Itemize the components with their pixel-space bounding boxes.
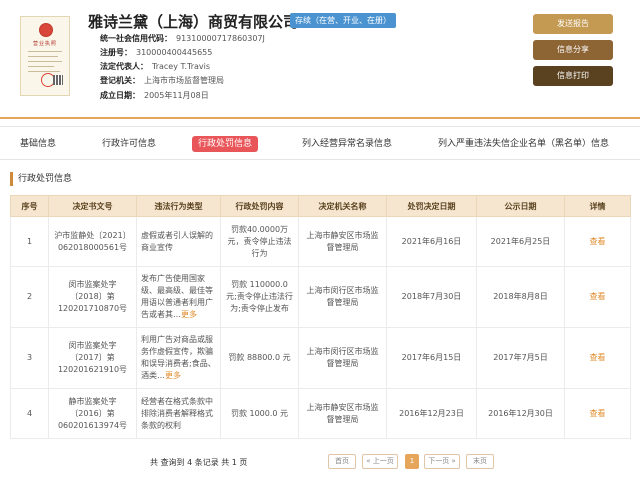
established-value: 2005年11月08日: [144, 91, 209, 100]
view-detail-link[interactable]: 查看: [590, 353, 606, 362]
cell-authority: 上海市闵行区市场监督管理局: [298, 266, 387, 328]
cell-penalty: 罚款 110000.0 元;责令停止违法行为;责令停止发布: [220, 266, 299, 328]
qr-code-icon: [53, 75, 63, 85]
established-label: 成立日期：: [100, 91, 140, 100]
authority-value: 上海市市场监督管理局: [144, 76, 224, 85]
cell-decision-date: 2018年7月30日: [386, 266, 477, 328]
cell-doc-no: 沪市监静处〔2021〕062018000561号: [48, 216, 137, 267]
current-page-button[interactable]: 1: [405, 454, 419, 469]
cell-no: 4: [10, 388, 49, 439]
credit-code-label: 统一社会信用代码：: [100, 34, 172, 43]
col-header-violation: 违法行为类型: [136, 195, 221, 217]
cell-violation: 虚假或者引人误解的商业宣传: [136, 216, 221, 267]
cell-no: 2: [10, 266, 49, 328]
penalty-table: 序号 决定书文号 违法行为类型 行政处罚内容 决定机关名称 处罚决定日期 公示日…: [10, 195, 631, 439]
cell-authority: 上海市闵行区市场监督管理局: [298, 327, 387, 389]
tab-basic-info[interactable]: 基础信息: [16, 136, 60, 152]
cell-decision-date: 2021年6月16日: [386, 216, 477, 267]
col-header-decision-date: 处罚决定日期: [386, 195, 477, 217]
view-detail-link[interactable]: 查看: [590, 409, 606, 418]
authority-label: 登记机关：: [100, 76, 140, 85]
cell-detail: 查看: [564, 327, 631, 389]
credit-code-row: 统一社会信用代码： 91310000717860307J: [100, 33, 265, 45]
cell-decision-date: 2017年6月15日: [386, 327, 477, 389]
violation-text: 虚假或者引人误解的商业宣传: [141, 230, 213, 252]
violation-text: 经营者在格式条款中排除消费者解释格式条款的权利: [141, 396, 213, 430]
cell-violation: 发布广告使用国家级、最高级、最佳等用语以普通者利用广告或者其…更多: [136, 266, 221, 328]
company-header: 营业执照 雅诗兰黛（上海）商贸有限公司 存续（在营、开业、在册） 统一社会信用代…: [0, 0, 640, 118]
cell-publish-date: 2021年6月25日: [476, 216, 565, 267]
table-row: 1 沪市监静处〔2021〕062018000561号 虚假或者引人误解的商业宣传…: [10, 216, 631, 267]
cell-no: 1: [10, 216, 49, 267]
table-row: 3 闵市监案处字〔2017〕第120201621910号 利用广告对商品或服务作…: [10, 327, 631, 389]
legal-rep-row: 法定代表人： Tracey T.Travis: [100, 61, 210, 73]
cell-penalty: 罚款 1000.0 元: [220, 388, 299, 439]
reg-no-row: 注册号： 310000400445655: [100, 47, 212, 59]
cell-authority: 上海市静安区市场监督管理局: [298, 388, 387, 439]
pagination-summary: 共 查询到 4 条记录 共 1 页: [150, 458, 248, 467]
prev-page-button[interactable]: « 上一页: [362, 454, 398, 469]
last-page-button[interactable]: 末页: [466, 454, 494, 469]
cell-no: 3: [10, 327, 49, 389]
tab-bar: 基础信息 行政许可信息 行政处罚信息 列入经营异常名录信息 列入严重违法失信企业…: [0, 126, 640, 160]
violation-text: 发布广告使用国家级、最高级、最佳等用语以普通者利用广告或者其…: [141, 274, 213, 319]
table-row: 2 闵市监案处字〔2018〕第120201710870号 发布广告使用国家级、最…: [10, 266, 631, 328]
legal-rep-value: Tracey T.Travis: [152, 62, 211, 71]
print-info-button[interactable]: 信息打印: [533, 66, 613, 86]
reg-no-value: 310000400445655: [136, 48, 213, 57]
table-row: 4 静市监案处字〔2016〕第060201613974号 经营者在格式条款中排除…: [10, 388, 631, 439]
cell-doc-no: 闵市监案处字〔2018〕第120201710870号: [48, 266, 137, 328]
cell-publish-date: 2017年7月5日: [476, 327, 565, 389]
cell-violation: 利用广告对商品或服务作虚假宣传，欺骗和误导消费者;食品、酒类…更多: [136, 327, 221, 389]
cell-doc-no: 闵市监案处字〔2017〕第120201621910号: [48, 327, 137, 389]
view-detail-link[interactable]: 查看: [590, 292, 606, 301]
tab-admin-penalty[interactable]: 行政处罚信息: [192, 136, 259, 152]
cell-violation: 经营者在格式条款中排除消费者解释格式条款的权利: [136, 388, 221, 439]
col-header-penalty: 行政处罚内容: [220, 195, 299, 217]
col-header-publish-date: 公示日期: [476, 195, 565, 217]
cell-penalty: 罚款 88800.0 元: [220, 327, 299, 389]
next-page-button[interactable]: 下一页 »: [424, 454, 460, 469]
national-emblem-icon: [39, 23, 53, 37]
cell-detail: 查看: [564, 388, 631, 439]
first-page-button[interactable]: 首页: [328, 454, 356, 469]
tab-admin-license[interactable]: 行政许可信息: [98, 136, 160, 152]
share-info-button[interactable]: 信息分享: [533, 40, 613, 60]
cell-authority: 上海市静安区市场监督管理局: [298, 216, 387, 267]
credit-code-value: 91310000717860307J: [176, 34, 265, 43]
status-badge: 存续（在营、开业、在册）: [290, 13, 396, 28]
business-license-thumbnail[interactable]: 营业执照: [20, 16, 70, 96]
cell-decision-date: 2016年12月23日: [386, 388, 477, 439]
tab-blacklist[interactable]: 列入严重违法失信企业名单（黑名单）信息: [434, 136, 613, 152]
col-header-doc-no: 决定书文号: [48, 195, 137, 217]
send-report-button[interactable]: 发送报告: [533, 14, 613, 34]
col-header-no: 序号: [10, 195, 49, 217]
table-header-row: 序号 决定书文号 违法行为类型 行政处罚内容 决定机关名称 处罚决定日期 公示日…: [10, 195, 631, 217]
cell-publish-date: 2016年12月30日: [476, 388, 565, 439]
legal-rep-label: 法定代表人：: [100, 62, 148, 71]
cell-penalty: 罚款40.0000万元，责令停止违法行为: [220, 216, 299, 267]
cell-detail: 查看: [564, 216, 631, 267]
header-divider: [0, 117, 640, 119]
section-title: 行政处罚信息: [10, 172, 72, 186]
established-row: 成立日期： 2005年11月08日: [100, 90, 209, 102]
more-link[interactable]: 更多: [165, 371, 181, 380]
cell-doc-no: 静市监案处字〔2016〕第060201613974号: [48, 388, 137, 439]
license-title: 营业执照: [32, 41, 57, 47]
col-header-authority: 决定机关名称: [298, 195, 387, 217]
cell-detail: 查看: [564, 266, 631, 328]
view-detail-link[interactable]: 查看: [590, 237, 606, 246]
col-header-detail: 详情: [564, 195, 631, 217]
reg-no-label: 注册号：: [100, 48, 132, 57]
more-link[interactable]: 更多: [181, 310, 197, 319]
cell-publish-date: 2018年8月8日: [476, 266, 565, 328]
authority-row: 登记机关： 上海市市场监督管理局: [100, 75, 224, 87]
tab-abnormal-operation[interactable]: 列入经营异常名录信息: [298, 136, 396, 152]
company-name: 雅诗兰黛（上海）商贸有限公司: [88, 13, 299, 31]
